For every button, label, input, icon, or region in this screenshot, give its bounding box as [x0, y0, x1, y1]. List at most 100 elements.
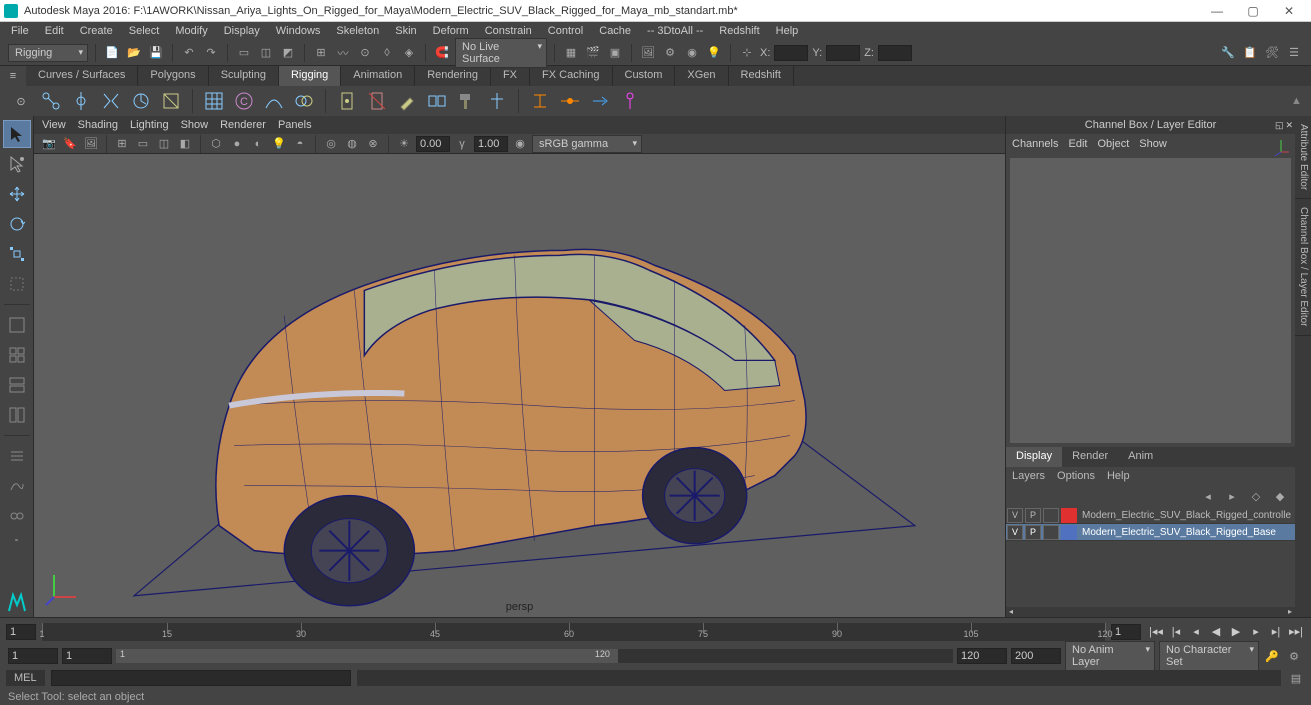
menu-modify[interactable]: Modify [168, 23, 214, 39]
channel-box-icon[interactable]: ☰ [1285, 44, 1303, 62]
layer-menu-layers[interactable]: Layers [1012, 470, 1045, 482]
wire-icon[interactable] [261, 88, 287, 114]
layer-tab-display[interactable]: Display [1006, 447, 1062, 467]
prefs-icon[interactable]: ⚙ [1285, 647, 1303, 665]
constraint-aim-icon[interactable] [587, 88, 613, 114]
lattice-icon[interactable] [201, 88, 227, 114]
render-settings-icon[interactable]: ⚙ [661, 44, 679, 62]
construction-history-icon[interactable]: ▦ [562, 44, 580, 62]
collapse-tool[interactable]: - [3, 532, 31, 548]
view-xray-joints-icon[interactable]: ⊗ [364, 135, 382, 153]
snap-grid-icon[interactable]: ⊞ [312, 44, 330, 62]
exposure-input[interactable] [416, 136, 450, 152]
shelf-tab-redshift[interactable]: Redshift [729, 66, 794, 86]
panel-menu-lighting[interactable]: Lighting [130, 119, 169, 131]
command-input[interactable] [51, 670, 351, 686]
layer-new-empty-icon[interactable]: ◇ [1247, 487, 1265, 505]
snap-point-icon[interactable]: ⊙ [356, 44, 374, 62]
view-expose-icon[interactable]: ☀ [395, 135, 413, 153]
shelf-tab-rendering[interactable]: Rendering [415, 66, 491, 86]
layer-menu-help[interactable]: Help [1107, 470, 1130, 482]
layer-tab-render[interactable]: Render [1062, 447, 1118, 467]
layer-row[interactable]: VPModern_Electric_SUV_Black_Rigged_Base [1006, 524, 1295, 541]
menu-display[interactable]: Display [217, 23, 267, 39]
rotate-tool[interactable] [3, 210, 31, 238]
go-end-icon[interactable]: ▸▸| [1287, 624, 1305, 640]
select-tool[interactable] [3, 120, 31, 148]
open-scene-icon[interactable]: 📂 [125, 44, 143, 62]
save-scene-icon[interactable]: 💾 [147, 44, 165, 62]
layout-four-icon[interactable] [3, 341, 31, 369]
outliner-icon[interactable] [3, 442, 31, 470]
viewport[interactable]: persp [34, 154, 1005, 617]
panel-popout-icon[interactable]: ◱ [1275, 120, 1284, 131]
layer-display-type[interactable] [1043, 508, 1059, 523]
snap-curve-icon[interactable]: 〰 [334, 44, 352, 62]
layout-two-v-icon[interactable] [3, 401, 31, 429]
view-image-plane-icon[interactable]: 🖼 [82, 135, 100, 153]
ipr-render-icon[interactable]: ▣ [606, 44, 624, 62]
color-space-selector[interactable]: sRGB gamma [532, 135, 642, 153]
mirror-joint-icon[interactable] [98, 88, 124, 114]
layer-list[interactable]: VPModern_Electric_SUV_Black_Rigged_contr… [1006, 507, 1295, 607]
paint-weights-icon[interactable] [394, 88, 420, 114]
script-editor-icon[interactable]: ▤ [1287, 669, 1305, 687]
constraint-pole-icon[interactable] [617, 88, 643, 114]
menu-skeleton[interactable]: Skeleton [329, 23, 386, 39]
view-shadows-icon[interactable]: ◓ [291, 135, 309, 153]
shelf-tab-custom[interactable]: Custom [613, 66, 676, 86]
range-start-outer[interactable] [8, 648, 58, 664]
mirror-weights-icon[interactable] [424, 88, 450, 114]
joint-tool-icon[interactable] [38, 88, 64, 114]
channel-menu-show[interactable]: Show [1139, 138, 1167, 150]
scale-tool[interactable] [3, 240, 31, 268]
modeling-toolkit-icon[interactable]: 🔧 [1219, 44, 1237, 62]
shelf-options-icon[interactable]: ⊙ [8, 95, 34, 108]
light-editor-icon[interactable]: 💡 [705, 44, 723, 62]
range-end-outer[interactable] [1011, 648, 1061, 664]
panel-menu-show[interactable]: Show [181, 119, 209, 131]
view-isolate-icon[interactable]: ◎ [322, 135, 340, 153]
menu-create[interactable]: Create [73, 23, 120, 39]
channel-menu-edit[interactable]: Edit [1068, 138, 1087, 150]
shelf-menu-icon[interactable]: ≡ [0, 66, 26, 86]
graph-editor-icon[interactable] [3, 472, 31, 500]
select-lasso-icon[interactable]: ◫ [257, 44, 275, 62]
undo-icon[interactable]: ↶ [180, 44, 198, 62]
layer-move-up-icon[interactable]: ◂ [1199, 487, 1217, 505]
view-select-camera-icon[interactable]: 📷 [40, 135, 58, 153]
step-fwd-icon[interactable]: ▸ [1247, 624, 1265, 640]
detach-skin-icon[interactable] [364, 88, 390, 114]
shelf-tab-polygons[interactable]: Polygons [138, 66, 208, 86]
range-slider[interactable]: 1 120 [116, 649, 953, 663]
menu-skin[interactable]: Skin [388, 23, 423, 39]
layer-visible-toggle[interactable]: V [1007, 508, 1023, 523]
menu-select[interactable]: Select [122, 23, 167, 39]
view-color-mgmt-icon[interactable]: ◉ [511, 135, 529, 153]
menu-redshift[interactable]: Redshift [712, 23, 766, 39]
shelf-tab-fx-caching[interactable]: FX Caching [530, 66, 612, 86]
maximize-button[interactable]: ▢ [1235, 1, 1271, 21]
layer-menu-options[interactable]: Options [1057, 470, 1095, 482]
orient-joint-icon[interactable] [128, 88, 154, 114]
layer-row[interactable]: VPModern_Electric_SUV_Black_Rigged_contr… [1006, 507, 1295, 524]
step-back-icon[interactable]: ◂ [1187, 624, 1205, 640]
hypershade-link-icon[interactable] [3, 502, 31, 530]
hypershade-icon[interactable]: ◉ [683, 44, 701, 62]
layer-move-down-icon[interactable]: ▸ [1223, 487, 1241, 505]
layout-single-icon[interactable] [3, 311, 31, 339]
channel-menu-channels[interactable]: Channels [1012, 138, 1058, 150]
side-tab-channel-box-layer-editor[interactable]: Channel Box / Layer Editor [1295, 199, 1311, 336]
menu-control[interactable]: Control [541, 23, 590, 39]
range-start-inner[interactable] [62, 648, 112, 664]
menu-cache[interactable]: Cache [592, 23, 638, 39]
view-xray-icon[interactable]: ◍ [343, 135, 361, 153]
layout-two-h-icon[interactable] [3, 371, 31, 399]
move-tool[interactable] [3, 180, 31, 208]
layer-new-selected-icon[interactable]: ◆ [1271, 487, 1289, 505]
time-ruler[interactable]: 1153045607590105120 [42, 623, 1105, 641]
time-current-start[interactable] [6, 624, 36, 640]
panel-menu-view[interactable]: View [42, 119, 66, 131]
layer-display-type[interactable] [1043, 525, 1059, 540]
minimize-button[interactable]: — [1199, 1, 1235, 21]
